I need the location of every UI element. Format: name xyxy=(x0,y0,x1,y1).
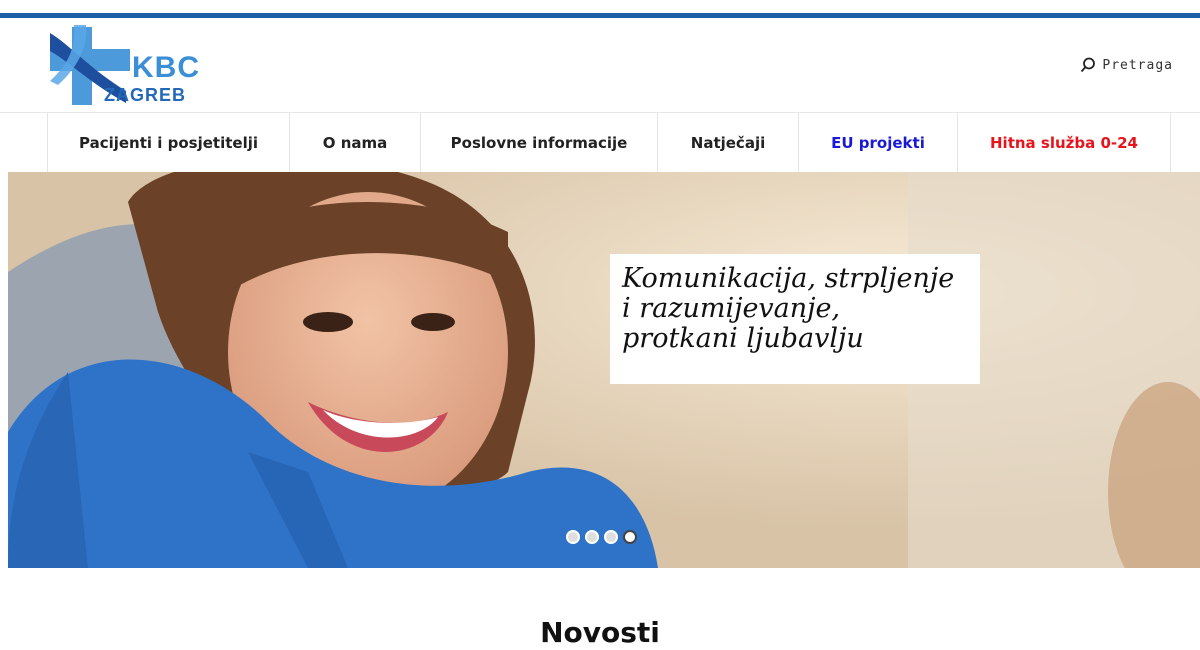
logo-text-zagreb: ZAGREB xyxy=(104,85,186,105)
logo-text-kbc: KBC xyxy=(132,51,200,84)
section-title-news: Novosti xyxy=(540,616,660,649)
hero-image xyxy=(8,172,1200,568)
search-button[interactable]: Pretraga xyxy=(1080,57,1173,73)
site-logo[interactable]: KBC ZAGREB xyxy=(50,25,210,107)
nav-label: Pacijenti i posjetitelji xyxy=(78,134,258,152)
nav-label: Natječaji xyxy=(690,134,766,152)
nav-item-natjecaji[interactable]: Natječaji xyxy=(657,113,798,173)
slider-dot[interactable] xyxy=(604,530,618,544)
slider-dot[interactable] xyxy=(566,530,580,544)
nav-item-eu-projekti[interactable]: EU projekti xyxy=(798,113,957,173)
caption-line-3: protkani ljubavlju xyxy=(622,323,864,354)
top-accent-bar xyxy=(0,13,1200,18)
nav-label: Hitna služba 0-24 xyxy=(990,134,1138,152)
slider-dot-active[interactable] xyxy=(623,530,637,544)
hero-caption: Komunikacija, strpljenje i razumijevanje… xyxy=(610,254,980,384)
nav-item-pacijenti[interactable]: Pacijenti i posjetitelji xyxy=(47,113,289,173)
nav-item-poslovne-informacije[interactable]: Poslovne informacije xyxy=(420,113,657,173)
caption-line-2: i razumijevanje, xyxy=(622,293,841,324)
nav-label: Poslovne informacije xyxy=(450,134,628,152)
nav-item-hitna-sluzba[interactable]: Hitna služba 0-24 xyxy=(957,113,1171,173)
search-label: Pretraga xyxy=(1102,57,1173,73)
nav-label: O nama xyxy=(322,134,388,152)
nav-label: EU projekti xyxy=(831,134,925,152)
hero-slider[interactable]: Komunikacija, strpljenje i razumijevanje… xyxy=(8,172,1200,568)
main-navigation: Pacijenti i posjetitelji O nama Poslovne… xyxy=(0,112,1200,173)
slider-dot[interactable] xyxy=(585,530,599,544)
slider-pagination xyxy=(566,530,642,544)
nav-item-o-nama[interactable]: O nama xyxy=(289,113,420,173)
caption-line-1: Komunikacija, strpljenje xyxy=(622,263,955,294)
search-icon xyxy=(1081,57,1096,73)
top-area xyxy=(0,0,1200,13)
